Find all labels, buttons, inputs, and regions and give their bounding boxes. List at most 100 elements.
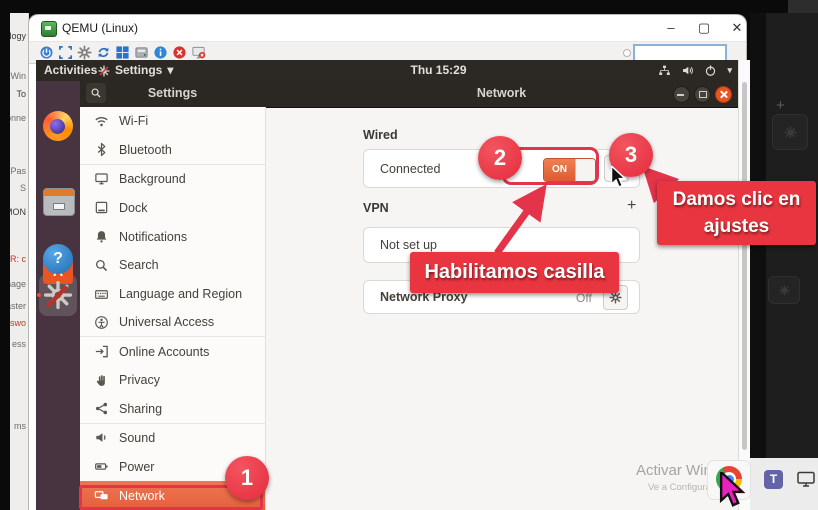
info-icon[interactable] xyxy=(153,45,168,60)
host-browser-tab[interactable] xyxy=(788,0,818,13)
sidebar-item-privacy[interactable]: Privacy xyxy=(80,366,265,395)
teams-icon[interactable]: T xyxy=(764,470,783,489)
step-2-badge: 2 xyxy=(478,136,522,180)
universal-access-icon xyxy=(94,315,109,330)
close-button[interactable]: ✕ xyxy=(725,17,749,39)
bluetooth-icon xyxy=(94,142,109,157)
guest-display: Activities Settings ▾ Thu 15:29 ▾ A ? xyxy=(36,60,738,510)
step-1-badge: 1 xyxy=(225,456,269,500)
sidebar-item-label: Power xyxy=(119,460,154,474)
app-menu-label: Settings xyxy=(115,60,162,81)
windows-logo-icon[interactable] xyxy=(115,45,130,60)
sidebar-item-dock[interactable]: Dock xyxy=(80,193,265,222)
storage-icon[interactable] xyxy=(134,45,149,60)
windows-watermark-line1: Activar Win xyxy=(636,462,712,479)
sidebar-item-background[interactable]: Background xyxy=(80,165,265,194)
caret-down-icon: ▾ xyxy=(727,65,732,76)
volume-icon xyxy=(681,64,694,77)
language-icon xyxy=(94,287,109,302)
help-icon[interactable]: ? xyxy=(43,244,73,274)
page-fragment: ms xyxy=(14,421,26,431)
annotation-label-gear-line2: ajustes xyxy=(657,213,816,240)
system-status-area[interactable]: ▾ xyxy=(658,60,732,81)
settings-app-icon xyxy=(98,65,110,77)
page-fragment: Pas xyxy=(10,166,26,176)
close-button[interactable] xyxy=(715,86,732,103)
settings-dock-icon[interactable] xyxy=(43,280,73,310)
sidebar-item-label: Dock xyxy=(119,201,147,215)
sidebar-item-label: Sound xyxy=(119,431,155,445)
sidebar-item-label: Wi-Fi xyxy=(119,114,148,128)
sidebar-item-wifi[interactable]: Wi-Fi xyxy=(80,107,265,136)
page-fragment: sswo xyxy=(10,318,26,328)
windows-watermark-line2: Ve a Configura xyxy=(648,482,711,493)
fullscreen-icon[interactable] xyxy=(58,45,73,60)
dim-gear-button xyxy=(768,276,800,304)
sidebar-item-label: Sharing xyxy=(119,402,162,416)
annotation-label-gear-line1: Damos clic en xyxy=(657,186,816,213)
battery-icon xyxy=(94,459,109,474)
sidebar-item-sharing[interactable]: Sharing xyxy=(80,395,265,424)
settings-headerbar: Settings Network xyxy=(80,80,738,108)
host-page-strip: logy Win To Conne Pas S MON OR: c nage a… xyxy=(10,13,29,510)
firefox-icon[interactable] xyxy=(43,111,73,141)
annotation-label-toggle: Habilitamos casilla xyxy=(410,252,619,293)
search-icon xyxy=(94,258,109,273)
remote-desktop-icon[interactable] xyxy=(796,469,816,489)
background-icon xyxy=(94,171,109,186)
share-icon xyxy=(94,401,109,416)
app-menu[interactable]: Settings ▾ xyxy=(98,60,173,81)
power-icon[interactable] xyxy=(39,45,54,60)
dim-gear-button xyxy=(772,114,808,150)
activities-button[interactable]: Activities xyxy=(44,60,97,81)
page-fragment: logy xyxy=(10,31,26,41)
settings-gear-icon[interactable] xyxy=(77,45,92,60)
page-fragment: ess xyxy=(12,339,26,349)
sidebar-item-bluetooth[interactable]: Bluetooth xyxy=(80,136,265,165)
caret-down-icon: ▾ xyxy=(167,60,173,81)
gear-icon xyxy=(784,126,797,139)
bell-icon xyxy=(94,229,109,244)
qemu-window-title: QEMU (Linux) xyxy=(62,15,138,41)
clock[interactable]: Thu 15:29 xyxy=(391,60,486,81)
page-fragment: nage xyxy=(10,279,26,289)
refresh-icon[interactable] xyxy=(96,45,111,60)
page-fragment: Win xyxy=(11,71,27,81)
maximize-button[interactable] xyxy=(694,86,711,103)
dock: A ? xyxy=(36,81,80,510)
gear-icon xyxy=(779,285,790,296)
maximize-button[interactable]: ▢ xyxy=(692,17,716,39)
display-off-icon[interactable] xyxy=(191,45,206,60)
sidebar-item-search[interactable]: Search xyxy=(80,251,265,280)
sidebar-item-universal-access[interactable]: Universal Access xyxy=(80,308,265,337)
sidebar-item-online-accounts[interactable]: Online Accounts xyxy=(80,337,265,366)
page-fragment: S xyxy=(20,183,26,193)
window-controls xyxy=(673,86,732,103)
sidebar-item-label: Notifications xyxy=(119,230,187,244)
sidebar-item-label: Language and Region xyxy=(119,287,242,301)
sidebar-item-label: Bluetooth xyxy=(119,143,172,157)
power-status-icon xyxy=(704,64,717,77)
gnome-topbar: Activities Settings ▾ Thu 15:29 ▾ xyxy=(36,60,738,81)
sidebar-item-notifications[interactable]: Notifications xyxy=(80,222,265,251)
scrollbar-thumb[interactable] xyxy=(742,82,747,450)
page-fragment: To xyxy=(16,89,26,99)
sidebar-item-label: Search xyxy=(119,258,159,272)
archive-manager-icon[interactable] xyxy=(43,188,75,216)
sidebar-item-language[interactable]: Language and Region xyxy=(80,280,265,309)
sidebar-item-sound[interactable]: Sound xyxy=(80,424,265,453)
sidebar-item-label: Online Accounts xyxy=(119,345,209,359)
page-fragment: Conne xyxy=(10,113,26,123)
chrome-icon[interactable] xyxy=(716,466,742,492)
minimize-button[interactable] xyxy=(673,86,690,103)
annotation-label-gear: Damos clic en ajustes xyxy=(657,181,816,245)
force-stop-icon[interactable] xyxy=(172,45,187,60)
vpn-heading: VPN xyxy=(363,201,389,215)
plus-icon: + xyxy=(776,97,785,114)
page-title: Network xyxy=(265,80,738,107)
qemu-titlebar[interactable]: QEMU (Linux) – ▢ ✕ xyxy=(29,15,746,41)
toolbar-dot xyxy=(623,49,631,57)
minimize-button[interactable]: – xyxy=(659,17,683,39)
wired-heading: Wired xyxy=(363,128,398,142)
vpn-add-button[interactable]: + xyxy=(627,197,636,215)
